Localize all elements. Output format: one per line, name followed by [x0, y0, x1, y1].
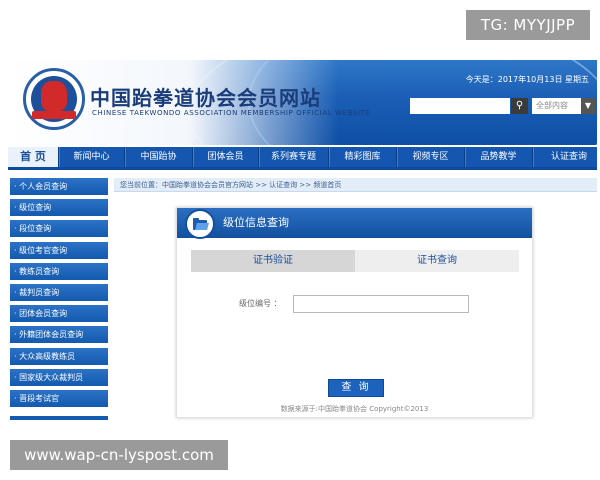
level-number-label: 级位编号 ： [239, 299, 282, 308]
panel-header: 级位信息查询 [177, 208, 532, 239]
nav-item-poomsae[interactable]: 品势教学 [464, 147, 532, 167]
data-source-note: 数据来源于:中国跆拳道协会 Copyright©2013 [280, 405, 429, 413]
nav-item-gallery[interactable]: 精彩图库 [328, 147, 396, 167]
folder-icon [185, 209, 215, 239]
search-input[interactable] [410, 98, 510, 114]
site-header: 中国跆拳道协会会员网站 CHINESE TAEKWONDO ASSOCIATIO… [8, 60, 597, 145]
sidebar-item-coach[interactable]: · 教练员查询 [10, 262, 108, 280]
nav-item-cta[interactable]: 中国跆协 [124, 147, 192, 167]
main-nav: 首 页 新闻中心 中国跆协 团体会员 系列赛专题 精彩图库 视频专区 品势教学 … [8, 147, 597, 167]
panel-tabs: 证书验证 证书查询 [191, 250, 519, 272]
level-number-input[interactable] [293, 295, 469, 313]
sidebar-item-level-examiner[interactable]: · 级位考官查询 [10, 241, 108, 259]
chevron-down-icon[interactable]: ▼ [581, 98, 595, 114]
site-title: 中国跆拳道协会会员网站 [90, 86, 321, 110]
nav-underline [8, 167, 597, 170]
breadcrumb: 您当前位置：中国跆拳道协会会员官方网站 >> 认证查询 >> 频道首页 [114, 178, 597, 192]
tab-certificate-query[interactable]: 证书查询 [355, 250, 519, 272]
sidebar-item-foreign-group[interactable]: · 外籍团体会员查询 [10, 326, 108, 344]
association-logo-icon[interactable] [23, 68, 85, 130]
sidebar-item-dan-examiner[interactable]: · 晋段考试官 [10, 389, 108, 407]
panel-title: 级位信息查询 [223, 216, 289, 229]
nav-item-home[interactable]: 首 页 [8, 147, 58, 167]
sidebar-footer-bar [10, 416, 108, 420]
sidebar-item-group-member[interactable]: · 团体会员查询 [10, 305, 108, 323]
nav-item-series[interactable]: 系列赛专题 [258, 147, 328, 167]
date-display: 今天是：2017年10月13日 星期五 [465, 75, 589, 84]
nav-item-certification[interactable]: 认证查询 [532, 147, 600, 167]
sidebar-item-senior-coach[interactable]: · 大众高级教练员 [10, 347, 108, 365]
nav-item-news[interactable]: 新闻中心 [58, 147, 124, 167]
watermark-top: TG: MYYJJPP [466, 10, 590, 40]
sidebar-item-dan[interactable]: · 段位查询 [10, 220, 108, 238]
sidebar-item-national-referee[interactable]: · 国家级大众裁判员 [10, 368, 108, 386]
nav-item-video[interactable]: 视频专区 [396, 147, 464, 167]
sidebar-item-level[interactable]: · 级位查询 [10, 199, 108, 217]
site-subtitle: CHINESE TAEKWONDO ASSOCIATION MEMBERSHIP… [92, 109, 371, 117]
search-icon[interactable]: ⚲ [511, 98, 528, 114]
nav-item-group-members[interactable]: 团体会员 [192, 147, 258, 167]
level-query-panel: 级位信息查询 证书验证 证书查询 级位编号 ： 查 询 数据来源于:中国跆拳道协… [176, 207, 533, 418]
sidebar-item-personal-member[interactable]: · 个人会员查询 [10, 178, 108, 195]
tab-certificate-verify[interactable]: 证书验证 [191, 250, 355, 272]
search-scope-select[interactable]: 全部内容 [532, 98, 582, 114]
sidebar: · 个人会员查询 · 级位查询 · 段位查询 · 级位考官查询 · 教练员查询 … [10, 178, 108, 411]
query-button[interactable]: 查 询 [328, 379, 384, 397]
sidebar-item-referee[interactable]: · 裁判员查询 [10, 283, 108, 301]
watermark-bottom: www.wap-cn-lyspost.com [10, 440, 228, 470]
